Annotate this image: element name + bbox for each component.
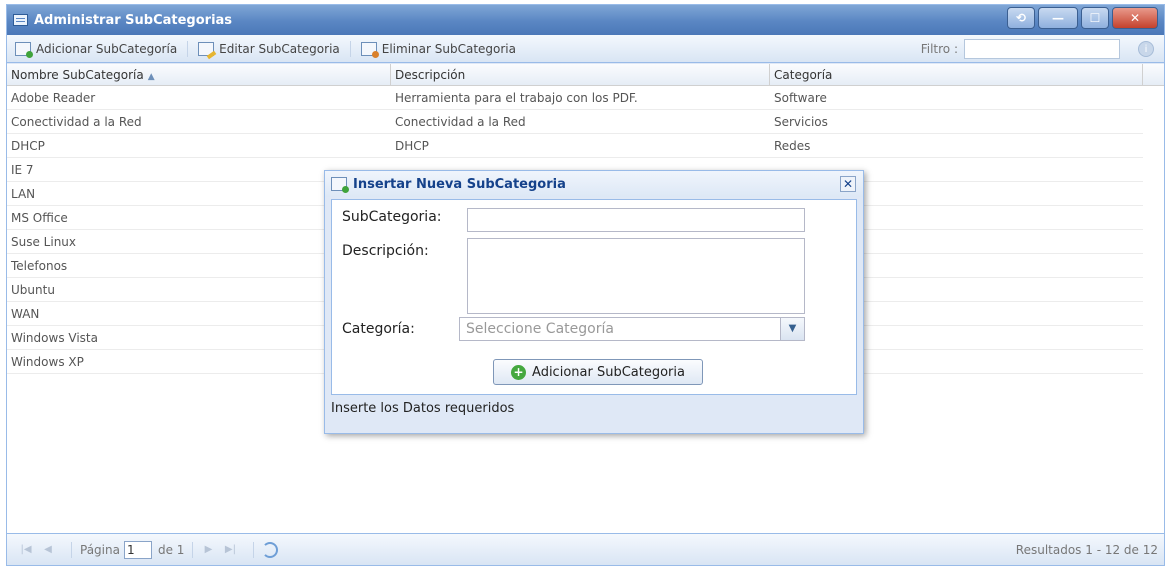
- table-cell: Adobe Reader: [11, 91, 96, 105]
- delete-document-icon: [360, 41, 379, 58]
- add-subcategory-button[interactable]: Adicionar SubCategoría: [15, 41, 178, 58]
- info-icon[interactable]: i: [1138, 41, 1154, 57]
- table-cell: Servicios: [774, 115, 828, 129]
- subcategory-input[interactable]: [467, 208, 805, 232]
- toolbar-separator: [349, 40, 351, 57]
- table-cell: Conectividad a la Red: [395, 115, 526, 129]
- table-row[interactable]: Conectividad a la Red Conectividad a la R…: [7, 110, 1143, 134]
- delete-subcategory-button[interactable]: Eliminar SubCategoria: [360, 41, 516, 58]
- next-page-icon[interactable]: ▶: [201, 543, 215, 557]
- dialog-form: SubCategoria: Descripción: Categoría: Se…: [331, 199, 857, 395]
- grid-header: Nombre SubCategoría ▲ Descripción Categor…: [7, 64, 1164, 86]
- page-number-input[interactable]: 1: [123, 540, 152, 559]
- filter-label: Filtro :: [920, 42, 958, 56]
- category-label: Categoría:: [342, 321, 415, 337]
- category-placeholder: Seleccione Categoría: [466, 321, 614, 337]
- results-count: Resultados 1 - 12 de 12: [1015, 542, 1158, 557]
- plus-icon: +: [511, 364, 527, 380]
- insert-subcategory-dialog: Insertar Nueva SubCategoria ✕ SubCategor…: [324, 170, 864, 434]
- window-titlebar[interactable]: Administrar SubCategorias ⟲ — ☐ ✕: [7, 5, 1164, 35]
- table-cell: Software: [774, 91, 827, 105]
- refresh-icon[interactable]: [262, 541, 279, 558]
- column-header-name[interactable]: Nombre SubCategoría ▲: [7, 64, 391, 85]
- close-button[interactable]: ✕: [1112, 7, 1158, 29]
- filter-input[interactable]: [964, 39, 1120, 59]
- column-header-category[interactable]: Categoría: [770, 64, 1143, 85]
- table-cell: Herramienta para el trabajo con los PDF.: [395, 91, 638, 105]
- table-cell: DHCP: [395, 139, 429, 153]
- column-header-description[interactable]: Descripción: [391, 64, 770, 85]
- page-label: Página: [80, 542, 120, 557]
- category-select[interactable]: Seleccione Categoría ▼: [459, 317, 805, 341]
- dialog-close-icon[interactable]: ✕: [840, 176, 856, 192]
- description-label: Descripción:: [342, 243, 429, 259]
- page-count: de 1: [157, 542, 185, 557]
- pagination-bar: |◀ ◀ Página 1 de 1 ▶ ▶| Resultados 1 - 1…: [7, 533, 1164, 565]
- table-cell: Conectividad a la Red: [11, 115, 142, 129]
- edit-subcategory-label: Editar SubCategoria: [219, 41, 340, 56]
- pager-separator: [253, 541, 255, 558]
- delete-subcategory-label: Eliminar SubCategoria: [381, 41, 516, 56]
- restore-icon[interactable]: ⟲: [1007, 7, 1035, 29]
- grid-icon: [13, 14, 28, 26]
- maximize-button[interactable]: ☐: [1081, 7, 1109, 29]
- window-title: Administrar SubCategorias: [34, 12, 233, 28]
- add-document-icon: [15, 41, 33, 58]
- edit-subcategory-button[interactable]: Editar SubCategoria: [198, 41, 340, 56]
- edit-document-icon: [198, 41, 215, 56]
- chevron-down-icon[interactable]: ▼: [780, 318, 804, 340]
- prev-page-icon[interactable]: ◀: [41, 543, 55, 557]
- window-controls: ⟲ — ☐ ✕: [1007, 7, 1158, 29]
- dialog-title: Insertar Nueva SubCategoria: [353, 176, 566, 192]
- add-subcategory-submit-button[interactable]: + Adicionar SubCategoria: [493, 359, 703, 385]
- add-subcategory-submit-label: Adicionar SubCategoria: [532, 364, 685, 380]
- add-document-icon: [331, 177, 349, 193]
- minimize-button[interactable]: —: [1038, 7, 1078, 29]
- dialog-status-text: Inserte los Datos requeridos: [331, 401, 515, 416]
- table-row[interactable]: DHCP DHCP Redes: [7, 134, 1143, 158]
- last-page-icon[interactable]: ▶|: [223, 543, 237, 557]
- toolbar-separator: [187, 40, 189, 57]
- description-textarea[interactable]: [467, 238, 805, 314]
- filter-area: Filtro : i: [921, 39, 1154, 59]
- table-cell: Redes: [774, 139, 811, 153]
- sort-asc-icon: ▲: [147, 72, 155, 82]
- pager-separator: [71, 541, 72, 558]
- table-cell: DHCP: [11, 139, 45, 153]
- first-page-icon[interactable]: |◀: [19, 543, 33, 557]
- table-row[interactable]: Adobe Reader Herramienta para el trabajo …: [7, 86, 1143, 110]
- subcategory-label: SubCategoria:: [342, 209, 442, 225]
- add-subcategory-label: Adicionar SubCategoría: [36, 41, 178, 56]
- pager-separator: [192, 541, 194, 558]
- toolbar: Adicionar SubCategoría Editar SubCategor…: [7, 35, 1164, 63]
- dialog-titlebar[interactable]: Insertar Nueva SubCategoria: [325, 171, 863, 197]
